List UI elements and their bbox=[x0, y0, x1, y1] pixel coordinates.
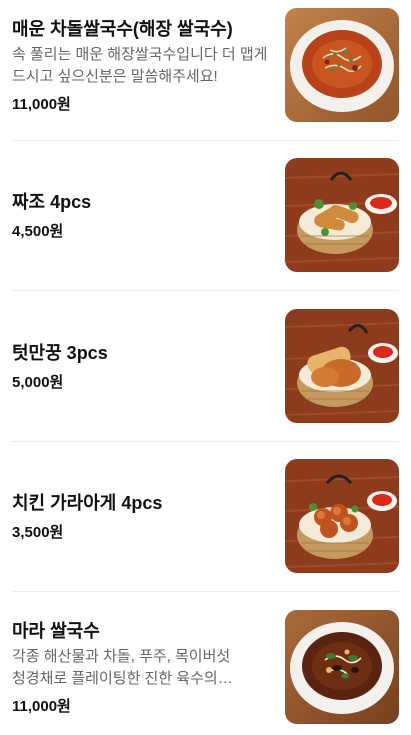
divider bbox=[12, 441, 399, 442]
menu-item-spicy-brisket-pho[interactable]: 매운 차돌쌀국수(해장 쌀국수) 속 풀리는 매운 해장쌀국수입니다 더 맵게 … bbox=[12, 8, 399, 124]
menu-item-tod-mun-goong[interactable]: 텃만꿍 3pcs 5,000원 bbox=[12, 309, 399, 425]
spicy-pho-bowl-photo bbox=[285, 8, 399, 122]
mala-pho-bowl-photo bbox=[285, 610, 399, 724]
spring-rolls-basket-photo bbox=[285, 158, 399, 272]
karaage-basket-photo bbox=[285, 459, 399, 573]
menu-item-info: 짜조 4pcs 4,500원 bbox=[12, 158, 274, 274]
menu-item-description: 각종 해산물과 차돌, 푸주, 목이버섯 청경채로 플레이팅한 진한 육수의 마… bbox=[12, 648, 231, 687]
divider bbox=[12, 591, 399, 592]
menu-item-name: 텃만꿍 3pcs bbox=[12, 343, 108, 363]
menu-item-mala-pho[interactable]: 마라 쌀국수 각종 해산물과 차돌, 푸주, 목이버섯 청경채로 플레이팅한 진… bbox=[12, 610, 399, 726]
menu-item-price: 11,000원 bbox=[12, 698, 71, 715]
menu-item-info: 텃만꿍 3pcs 5,000원 bbox=[12, 309, 274, 425]
menu-item-price: 5,000원 bbox=[12, 374, 64, 391]
menu-item-chicken-karaage[interactable]: 치킨 가라아게 4pcs 3,500원 bbox=[12, 459, 399, 575]
menu-item-cha-gio[interactable]: 짜조 4pcs 4,500원 bbox=[12, 158, 399, 274]
menu-item-name: 매운 차돌쌀국수(해장 쌀국수) bbox=[12, 19, 233, 39]
menu-item-description: 속 풀리는 매운 해장쌀국수입니다 더 맵게 드시고 싶으신분은 말씀해주세요! bbox=[12, 46, 268, 85]
menu-item-name: 마라 쌀국수 bbox=[12, 621, 100, 641]
menu-item-price: 4,500원 bbox=[12, 223, 64, 240]
menu-item-info: 마라 쌀국수 각종 해산물과 차돌, 푸주, 목이버섯 청경채로 플레이팅한 진… bbox=[12, 610, 274, 726]
divider bbox=[12, 290, 399, 291]
menu-item-info: 매운 차돌쌀국수(해장 쌀국수) 속 풀리는 매운 해장쌀국수입니다 더 맵게 … bbox=[12, 8, 274, 124]
menu-item-price: 11,000원 bbox=[12, 96, 71, 113]
menu-item-name: 짜조 4pcs bbox=[12, 192, 92, 212]
menu-item-name: 치킨 가라아게 4pcs bbox=[12, 493, 163, 513]
divider bbox=[12, 140, 399, 141]
shrimp-cake-basket-photo bbox=[285, 309, 399, 423]
menu-item-info: 치킨 가라아게 4pcs 3,500원 bbox=[12, 459, 274, 575]
menu-list: 매운 차돌쌀국수(해장 쌀국수) 속 풀리는 매운 해장쌀국수입니다 더 맵게 … bbox=[0, 0, 411, 735]
menu-item-price: 3,500원 bbox=[12, 524, 64, 541]
